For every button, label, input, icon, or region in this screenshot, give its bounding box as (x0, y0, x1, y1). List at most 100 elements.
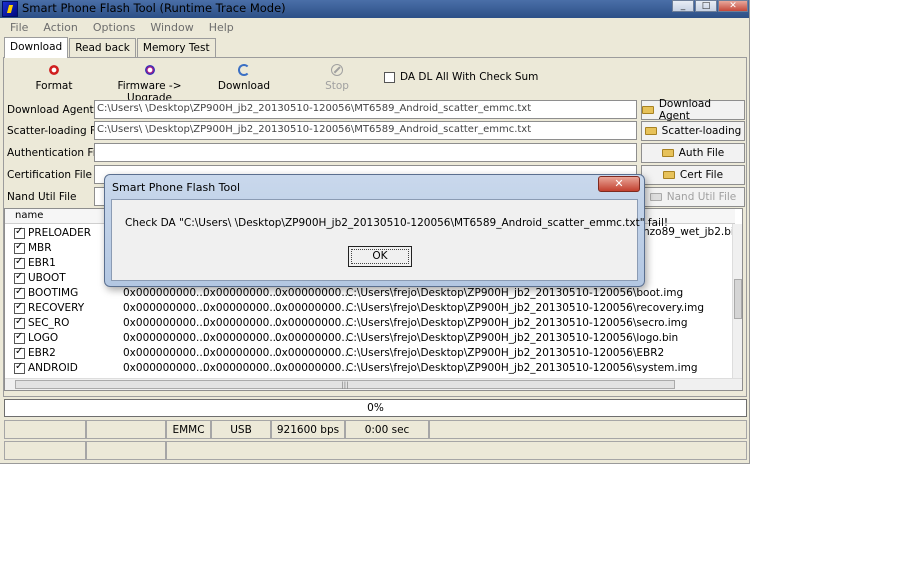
vertical-scroll-thumb[interactable] (734, 279, 742, 319)
auth-field[interactable] (94, 143, 637, 162)
download-agent-button[interactable]: Download Agent (641, 98, 745, 122)
format-label: Format (35, 80, 73, 92)
status-time: 0:00 sec (345, 420, 429, 439)
window-controls: _ □ ✕ (671, 0, 748, 14)
row-length: 0x00000000... (275, 362, 352, 374)
auth-file-button[interactable]: Auth File (641, 143, 745, 163)
tab-download[interactable]: Download (4, 37, 69, 58)
table-row[interactable]: ANDROID0x000000000...0x00000000...0x0000… (5, 361, 735, 376)
row-end-address: 0x00000000... (203, 332, 280, 344)
column-name[interactable]: name (15, 210, 43, 221)
tab-read-back[interactable]: Read back (69, 38, 136, 57)
row-checkbox[interactable] (14, 241, 25, 254)
row-path: C:\Users\frejo\Desktop\ZP900H_jb2_201305… (346, 287, 684, 299)
row-checkbox[interactable] (14, 286, 25, 299)
auth-button-label: Auth File (678, 147, 725, 159)
table-row[interactable]: RECOVERY0x000000000...0x00000000...0x000… (5, 301, 735, 316)
row-checkbox[interactable] (14, 361, 25, 374)
folder-icon (642, 106, 654, 114)
menu-window[interactable]: Window (140, 20, 198, 37)
row-name: EBR1 (28, 257, 56, 269)
menu-action[interactable]: Action (33, 20, 82, 37)
row-begin-address: 0x000000000... (123, 332, 207, 344)
stop-button[interactable]: Stop (322, 64, 352, 92)
download-agent-field[interactable]: C:\Users\ \Desktop\ZP900H_jb2_20130510-1… (94, 100, 637, 119)
row-length: 0x00000000... (275, 317, 352, 329)
status2-cell-3 (166, 441, 747, 460)
maximize-button[interactable]: □ (695, 0, 717, 12)
vertical-scrollbar[interactable] (732, 224, 742, 379)
row-length: 0x00000000... (275, 347, 352, 359)
row-length: 0x00000000... (275, 302, 352, 314)
format-icon (48, 64, 60, 76)
nand-util-button[interactable]: Nand Util File (641, 187, 745, 207)
dialog-close-button[interactable]: ✕ (598, 176, 640, 192)
tab-memory-test[interactable]: Memory Test (136, 38, 216, 57)
row-name: ANDROID (28, 362, 78, 374)
table-row[interactable]: EBR20x000000000...0x00000000...0x0000000… (5, 346, 735, 361)
horizontal-scroll-thumb[interactable]: ||| (15, 380, 675, 389)
status-cell-empty-3 (429, 420, 747, 439)
tab-strip: Download Read back Memory Test (4, 37, 217, 58)
download-button[interactable]: Download (216, 64, 272, 92)
format-button[interactable]: Format (34, 64, 74, 92)
download-icon (238, 64, 250, 76)
row-checkbox[interactable] (14, 346, 25, 359)
row-checkbox[interactable] (14, 301, 25, 314)
row-checkbox[interactable] (14, 226, 25, 239)
row-name: LOGO (28, 332, 59, 344)
row-checkbox[interactable] (14, 271, 25, 284)
table-row[interactable]: SEC_RO0x000000000...0x00000000...0x00000… (5, 316, 735, 331)
table-row[interactable]: LOGO0x000000000...0x00000000...0x0000000… (5, 331, 735, 346)
stop-label: Stop (325, 80, 349, 92)
firmware-icon (143, 64, 156, 76)
scatter-field[interactable]: C:\Users\ \Desktop\ZP900H_jb2_20130510-1… (94, 121, 637, 140)
nand-button-label: Nand Util File (666, 191, 737, 203)
folder-icon (649, 193, 662, 201)
menu-help[interactable]: Help (199, 20, 239, 37)
row-end-address: 0x00000000... (203, 317, 280, 329)
row-name: EBR2 (28, 347, 56, 359)
folder-icon (662, 171, 675, 179)
minimize-button[interactable]: _ (672, 0, 694, 12)
row-path: C:\Users\frejo\Desktop\ZP900H_jb2_201305… (346, 302, 704, 314)
row-checkbox[interactable] (14, 316, 25, 329)
menu-file[interactable]: File (0, 20, 33, 37)
app-icon (2, 1, 18, 17)
dialog-body: Check DA "C:\Users\ \Desktop\ZP900H_jb2_… (111, 199, 668, 281)
toolbar: Format Firmware -> Upgrade Download Stop… (4, 58, 746, 104)
row-end-address: 0x00000000... (203, 287, 280, 299)
row-end-address: 0x00000000... (203, 347, 280, 359)
row-checkbox[interactable] (14, 256, 25, 269)
row-checkbox[interactable] (14, 331, 25, 344)
dialog-title: Smart Phone Flash Tool (112, 181, 241, 194)
row-path: C:\Users\frejo\Desktop\ZP900H_jb2_201305… (346, 347, 665, 359)
status-bar-secondary (4, 441, 747, 461)
status2-cell-2 (86, 441, 166, 460)
firmware-upgrade-button[interactable]: Firmware -> Upgrade (102, 64, 197, 104)
title-bar: Smart Phone Flash Tool (Runtime Trace Mo… (0, 0, 749, 18)
row-path: C:\Users\frejo\Desktop\ZP900H_jb2_201305… (346, 317, 688, 329)
cert-file-button[interactable]: Cert File (641, 165, 745, 185)
nand-label: Nand Util File (7, 191, 77, 203)
ok-button[interactable]: OK (348, 246, 412, 267)
table-row[interactable]: BOOTIMG0x000000000...0x00000000...0x0000… (5, 286, 735, 301)
scatter-loading-button[interactable]: Scatter-loading (641, 121, 745, 141)
status-cell-empty-2 (86, 420, 166, 439)
progress-bar: 0% (4, 399, 747, 417)
row-name: UBOOT (28, 272, 66, 284)
row-begin-address: 0x000000000... (123, 302, 207, 314)
menu-options[interactable]: Options (83, 20, 140, 37)
checksum-box[interactable] (384, 71, 395, 83)
scatter-button-label: Scatter-loading (661, 125, 742, 137)
horizontal-scrollbar[interactable]: ||| (5, 378, 742, 390)
dialog-message: Check DA "C:\Users\ \Desktop\ZP900H_jb2_… (125, 217, 669, 229)
status2-cell-1 (4, 441, 86, 460)
cert-label: Certification File (7, 169, 92, 181)
scatter-row: Scatter-loading File C:\Users\ \Desktop\… (4, 121, 746, 143)
download-label: Download (217, 80, 271, 92)
row-name: RECOVERY (28, 302, 85, 314)
close-button[interactable]: ✕ (718, 0, 748, 12)
checksum-checkbox[interactable]: DA DL All With Check Sum (384, 71, 538, 83)
row-name: MBR (28, 242, 52, 254)
